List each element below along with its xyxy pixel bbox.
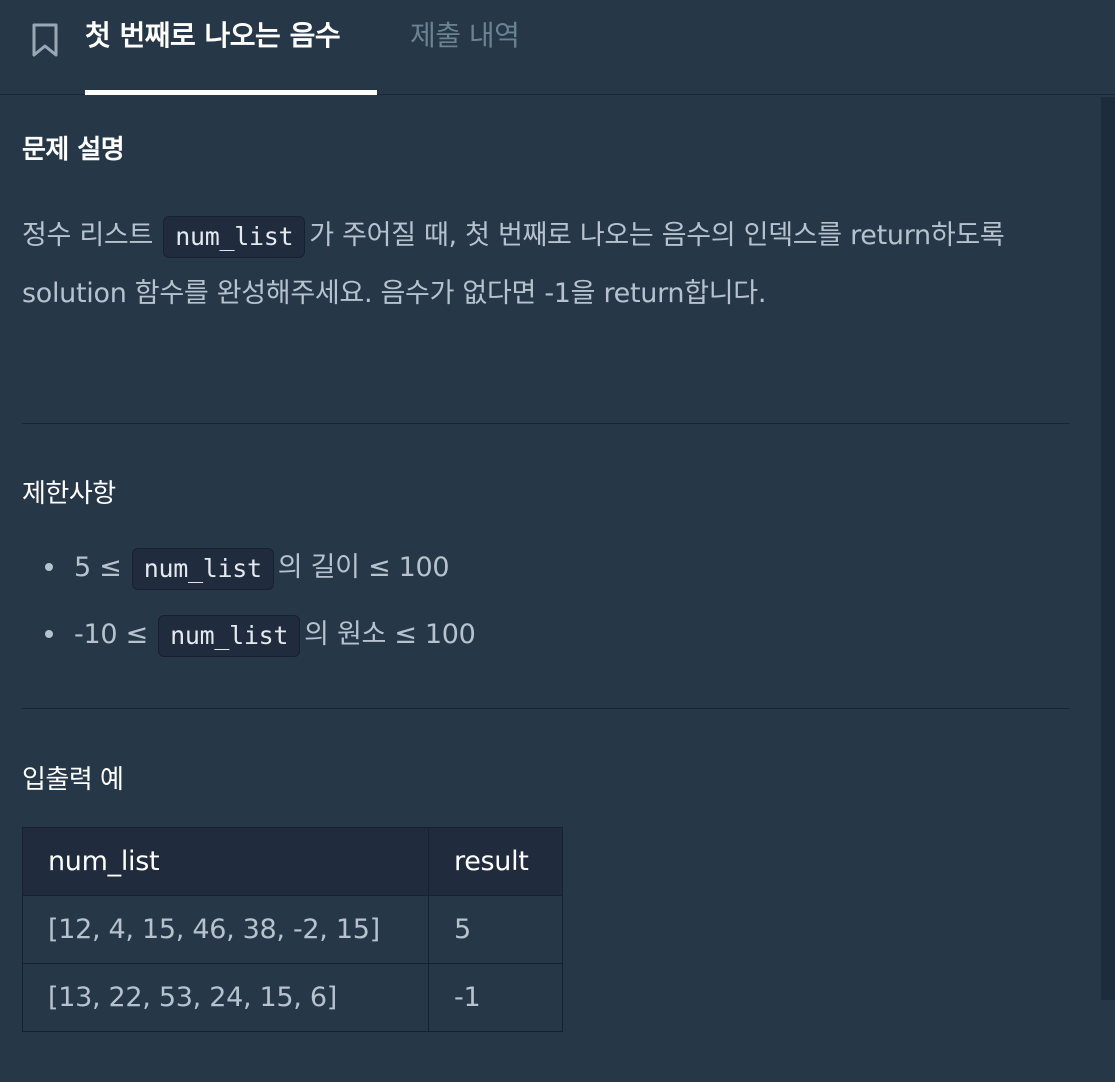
table-cell: -1 [428,963,563,1032]
constraints-title: 제한사항 [22,479,116,509]
constraint-after: 의 원소 ≤ 100 [304,619,476,650]
description-title: 문제 설명 [22,135,125,165]
inline-code: num_list [131,547,274,590]
bullet-icon [45,630,53,638]
tab-problem[interactable]: 첫 번째로 나오는 음수 [85,18,341,54]
table-cell: 5 [428,895,563,964]
table-header-cell: num_list [22,827,429,896]
inline-code: num_list [163,215,306,258]
examples-table: num_list result [12, 4, 15, 46, 38, -2, … [22,827,563,1032]
bookmark-icon[interactable] [30,22,60,58]
table-row: [13, 22, 53, 24, 15, 6] -1 [22,963,563,1032]
examples-title: 입출력 예 [22,765,124,795]
tab-submission-history[interactable]: 제출 내역 [410,18,520,54]
table-header-row: num_list result [22,827,563,896]
description-text: 정수 리스트 num_list 가 주어질 때, 첫 번째로 나오는 음수의 인덱… [22,207,1062,323]
table-cell: [13, 22, 53, 24, 15, 6] [22,963,429,1032]
section-divider [22,708,1070,709]
bullet-icon [45,563,53,571]
description-text-part1: 정수 리스트 [22,220,153,251]
problem-header: 첫 번째로 나오는 음수 제출 내역 [0,0,1115,95]
active-tab-indicator [85,90,377,95]
constraint-before: -10 ≤ [74,619,148,650]
table-cell: [12, 4, 15, 46, 38, -2, 15] [22,895,429,964]
constraint-before: 5 ≤ [74,552,122,583]
scrollbar[interactable] [1101,97,1115,1000]
table-row: [12, 4, 15, 46, 38, -2, 15] 5 [22,895,563,964]
constraints-list: 5 ≤ num_list 의 길이 ≤ 100 -10 ≤ num_list 의 원… [45,534,476,668]
constraint-item: 5 ≤ num_list 의 길이 ≤ 100 [45,534,476,601]
table-header-cell: result [428,827,563,896]
constraint-item: -10 ≤ num_list 의 원소 ≤ 100 [45,601,476,668]
inline-code: num_list [158,614,301,657]
section-divider [22,423,1070,424]
constraint-after: 의 길이 ≤ 100 [277,552,450,583]
